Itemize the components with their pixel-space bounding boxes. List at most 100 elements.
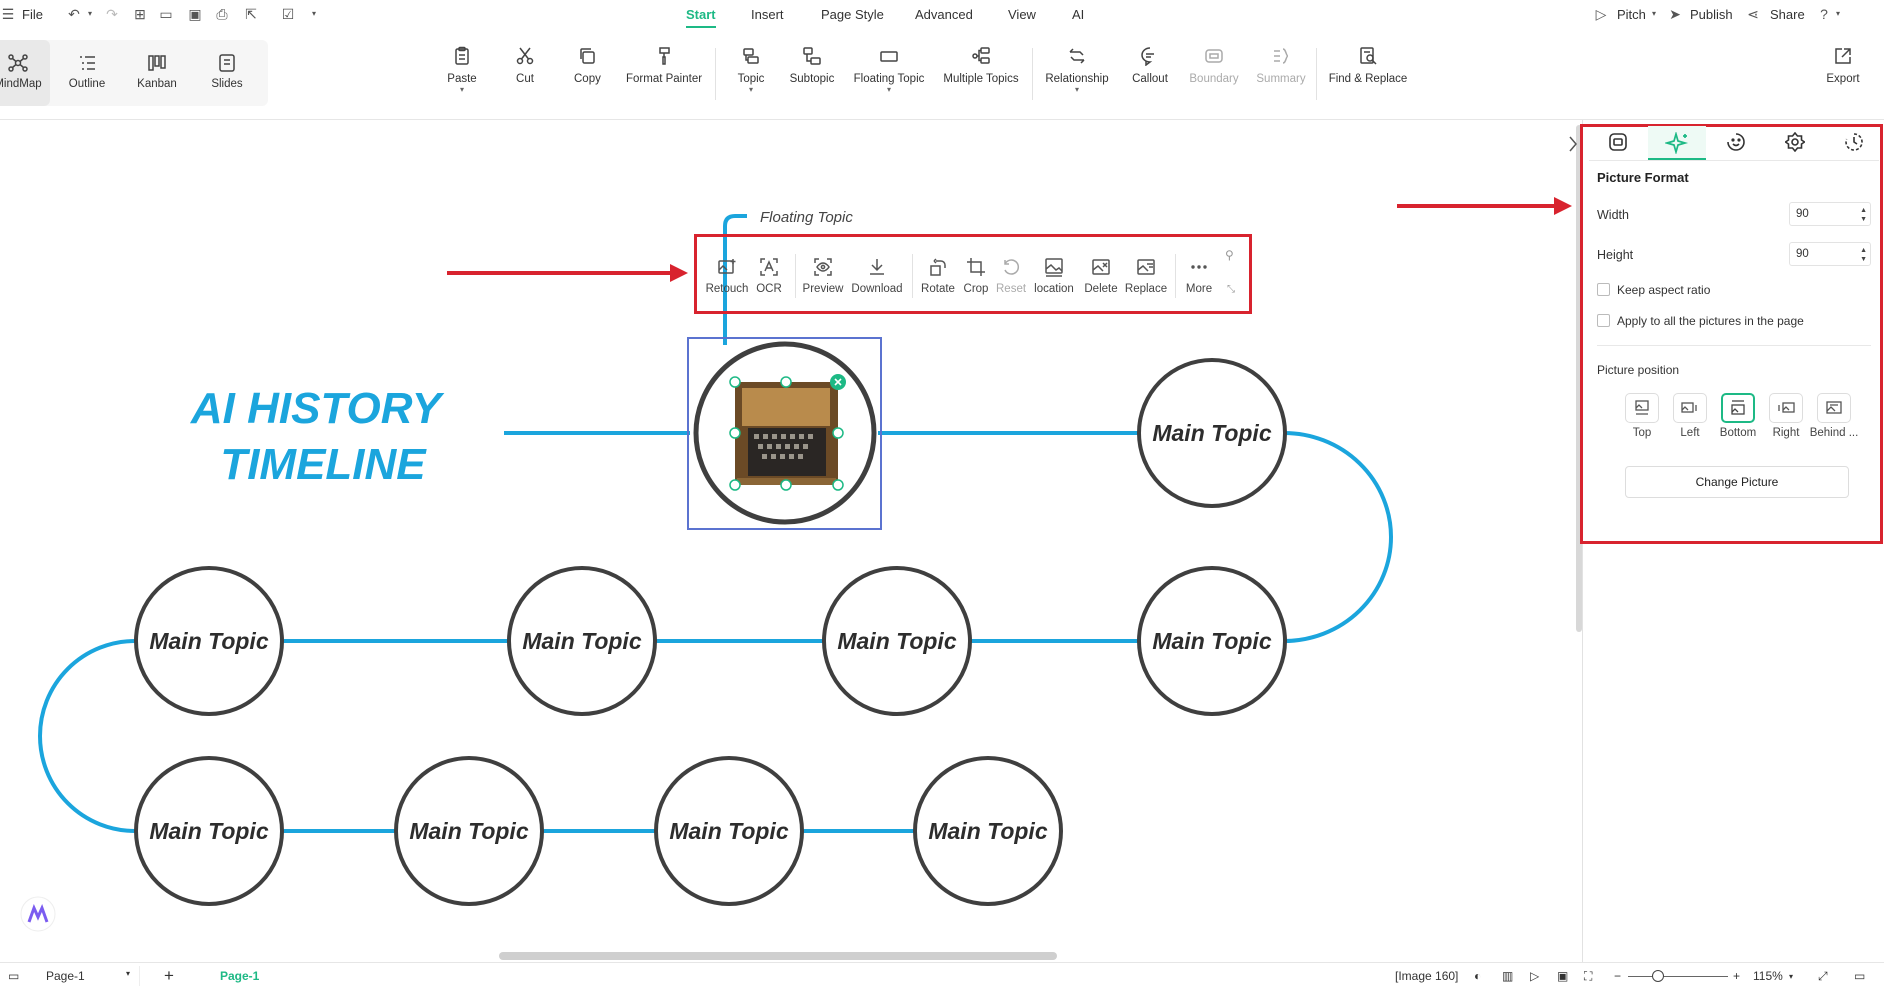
zoom-in-icon[interactable]: + bbox=[1733, 969, 1740, 983]
paste-dropdown-icon[interactable]: ▾ bbox=[446, 86, 478, 94]
save-icon[interactable]: ▣ bbox=[187, 6, 203, 22]
tab-start[interactable]: Start bbox=[686, 7, 716, 28]
book-view-icon[interactable]: ▥ bbox=[1502, 969, 1513, 983]
mindmap-canvas[interactable]: Floating Topic AI HISTORY TIMELINE Main … bbox=[0, 120, 1582, 962]
floating-topic-dropdown-icon[interactable]: ▾ bbox=[852, 86, 926, 94]
tab-theme[interactable] bbox=[1766, 126, 1824, 160]
floating-topic-button[interactable]: Floating Topic ▾ bbox=[852, 46, 926, 94]
format-painter-button[interactable]: Format Painter bbox=[626, 46, 702, 85]
collapse-toolbar-icon[interactable]: ⤡ bbox=[1227, 284, 1235, 295]
zoom-slider-handle[interactable] bbox=[1652, 970, 1664, 982]
pin-icon[interactable]: ⚲ bbox=[1225, 248, 1234, 262]
keep-aspect-checkbox[interactable] bbox=[1597, 283, 1610, 296]
fullscreen-fit-icon[interactable]: ⛶ bbox=[1584, 969, 1592, 984]
file-menu[interactable]: File bbox=[22, 7, 43, 22]
summary-button[interactable]: Summary bbox=[1256, 46, 1306, 85]
tab-page-style[interactable]: Page Style bbox=[821, 7, 884, 22]
increment-icon[interactable]: ▲ bbox=[1860, 247, 1867, 254]
position-behind-button[interactable] bbox=[1817, 393, 1851, 423]
view-mindmap[interactable]: MindMap bbox=[0, 40, 50, 106]
enigma-machine-picture[interactable] bbox=[735, 382, 838, 485]
tab-view[interactable]: View bbox=[1008, 7, 1036, 22]
cut-button[interactable]: Cut bbox=[513, 46, 537, 85]
horizontal-scrollbar[interactable] bbox=[499, 952, 1057, 960]
topic-dropdown-icon[interactable]: ▾ bbox=[736, 86, 766, 94]
download-button[interactable]: Download bbox=[849, 257, 905, 295]
change-picture-button[interactable]: Change Picture bbox=[1625, 466, 1849, 498]
page-dropdown[interactable]: Page-1 ▾ bbox=[36, 966, 140, 986]
replace-button[interactable]: Replace bbox=[1124, 257, 1168, 295]
redo-icon[interactable]: ↷ bbox=[104, 6, 120, 22]
play-icon[interactable]: ▷ bbox=[1530, 969, 1539, 983]
preview-button[interactable]: Preview bbox=[802, 257, 844, 295]
reset-button[interactable]: Reset bbox=[996, 257, 1026, 295]
open-folder-icon[interactable]: ▭ bbox=[158, 6, 174, 22]
boundary-button[interactable]: Boundary bbox=[1188, 46, 1240, 85]
undo-dropdown-icon[interactable]: ▾ bbox=[82, 6, 98, 22]
view-slides[interactable]: Slides bbox=[194, 40, 260, 106]
pitch-button[interactable]: Pitch bbox=[1617, 7, 1646, 22]
zoom-dropdown-icon[interactable]: ▾ bbox=[1789, 972, 1793, 981]
apply-all-checkbox[interactable] bbox=[1597, 314, 1610, 327]
tab-history[interactable] bbox=[1825, 126, 1883, 160]
export-doc-icon[interactable]: ⇱ bbox=[243, 6, 259, 22]
crop-button[interactable]: Crop bbox=[961, 257, 991, 295]
position-bottom-button[interactable] bbox=[1721, 393, 1755, 423]
hamburger-icon[interactable]: ☰ bbox=[0, 6, 16, 22]
print-icon[interactable]: ⎙ bbox=[214, 6, 230, 22]
timeline-title-line1[interactable]: AI HISTORY bbox=[190, 384, 445, 433]
publish-button[interactable]: Publish bbox=[1690, 7, 1733, 22]
add-page-icon[interactable]: + bbox=[164, 966, 174, 986]
new-icon[interactable]: ⊞ bbox=[132, 6, 148, 22]
checklist-icon[interactable]: ☑ bbox=[280, 6, 296, 22]
publish-icon[interactable]: ➤ bbox=[1667, 6, 1683, 22]
fit-page-icon[interactable]: ▣ bbox=[1557, 969, 1568, 983]
tab-style[interactable] bbox=[1589, 126, 1647, 160]
more-button[interactable]: More bbox=[1184, 257, 1214, 295]
floating-topic[interactable]: Floating Topic bbox=[760, 209, 853, 226]
increment-icon[interactable]: ▲ bbox=[1860, 207, 1867, 214]
find-replace-button[interactable]: Find & Replace bbox=[1328, 46, 1408, 85]
height-input[interactable]: 90 ▲ ▼ bbox=[1789, 242, 1871, 266]
retouch-button[interactable]: Retouch bbox=[704, 257, 750, 295]
pitch-icon[interactable]: ▷ bbox=[1593, 6, 1609, 22]
tab-ai[interactable]: AI bbox=[1072, 7, 1084, 22]
view-outline[interactable]: Outline bbox=[54, 40, 120, 106]
page-tab[interactable]: Page-1 bbox=[220, 969, 259, 983]
zoom-level[interactable]: 115% bbox=[1753, 969, 1783, 983]
rotate-button[interactable]: Rotate bbox=[919, 257, 957, 295]
zoom-out-icon[interactable]: − bbox=[1614, 969, 1621, 983]
paste-button[interactable]: Paste ▾ bbox=[446, 46, 478, 94]
expand-icon[interactable]: ⤢ bbox=[1818, 969, 1828, 984]
panel-toggle-icon[interactable]: ▭ bbox=[1854, 969, 1865, 983]
tab-icons[interactable] bbox=[1707, 126, 1765, 160]
position-left-button[interactable] bbox=[1673, 393, 1707, 423]
tab-advanced[interactable]: Advanced bbox=[915, 7, 973, 22]
topic-button[interactable]: Topic ▾ bbox=[736, 46, 766, 94]
copy-button[interactable]: Copy bbox=[574, 46, 601, 85]
view-kanban[interactable]: Kanban bbox=[124, 40, 190, 106]
theme-icon[interactable]: ◐ bbox=[1474, 969, 1481, 983]
position-top-button[interactable] bbox=[1625, 393, 1659, 423]
location-button[interactable]: location bbox=[1030, 257, 1078, 295]
share-icon[interactable]: ⋖ bbox=[1745, 6, 1761, 22]
help-dropdown-icon[interactable]: ▾ bbox=[1830, 6, 1846, 22]
subtopic-button[interactable]: Subtopic bbox=[788, 46, 836, 85]
undo-icon[interactable]: ↶ bbox=[66, 6, 82, 22]
position-right-button[interactable] bbox=[1769, 393, 1803, 423]
tab-picture-format[interactable] bbox=[1648, 126, 1706, 160]
relationship-button[interactable]: Relationship ▾ bbox=[1043, 46, 1111, 94]
collapse-panel-icon[interactable] bbox=[1569, 136, 1577, 152]
multiple-topics-button[interactable]: Multiple Topics bbox=[942, 46, 1020, 85]
decrement-icon[interactable]: ▼ bbox=[1860, 256, 1867, 263]
export-button[interactable]: Export bbox=[1826, 46, 1860, 85]
callout-button[interactable]: Callout bbox=[1131, 46, 1169, 85]
width-input[interactable]: 90 ▲ ▼ bbox=[1789, 202, 1871, 226]
decrement-icon[interactable]: ▼ bbox=[1860, 216, 1867, 223]
customize-dropdown-icon[interactable]: ▾ bbox=[306, 6, 322, 22]
timeline-title-line2[interactable]: TIMELINE bbox=[220, 440, 427, 489]
tab-insert[interactable]: Insert bbox=[751, 7, 784, 22]
ocr-button[interactable]: OCR bbox=[756, 257, 782, 295]
relationship-dropdown-icon[interactable]: ▾ bbox=[1043, 86, 1111, 94]
sidebar-toggle-icon[interactable]: ▭ bbox=[8, 969, 19, 983]
